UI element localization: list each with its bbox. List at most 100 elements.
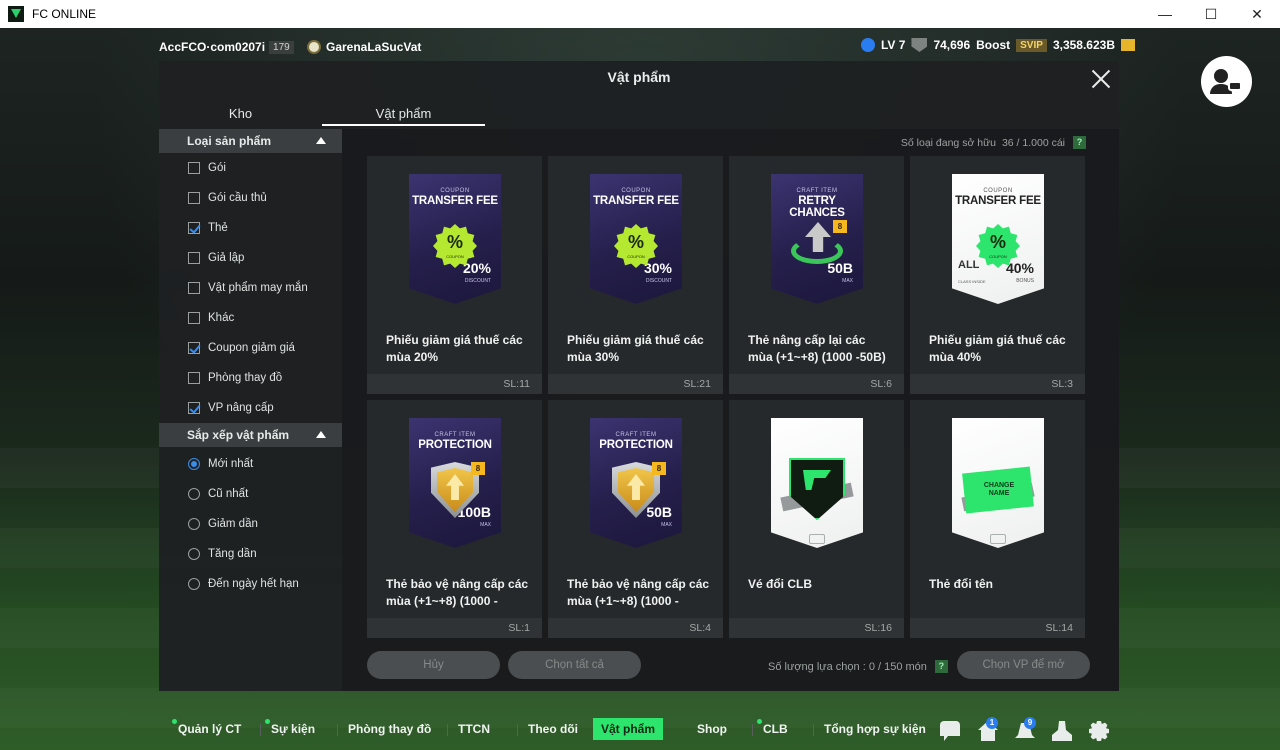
- item-image: COUPON TRANSFER FEE 20% DISCOUNT% COUPON: [409, 174, 501, 304]
- item-name: Thẻ bảo vệ nâng cấp các mùa (+1~+8) (100…: [567, 577, 710, 608]
- category-option[interactable]: Gói cầu thủ: [159, 183, 342, 213]
- panel-tabs: Kho Vật phẩm: [159, 102, 485, 126]
- radio-button[interactable]: [188, 548, 200, 560]
- item-name: Vé đổi CLB: [748, 577, 813, 591]
- sort-option[interactable]: Mới nhất: [159, 449, 342, 479]
- close-panel-button[interactable]: [1091, 69, 1111, 89]
- nav-item[interactable]: Quản lý CT: [170, 718, 249, 740]
- minimize-button[interactable]: —: [1142, 0, 1188, 28]
- nav-item[interactable]: Shop: [689, 718, 735, 740]
- nav-item[interactable]: Tổng hợp sự kiện: [816, 718, 934, 740]
- item-image: [771, 418, 863, 548]
- team-ovr-icon: [911, 38, 928, 52]
- tab-kho[interactable]: Kho: [159, 102, 322, 126]
- checkbox[interactable]: [188, 372, 200, 384]
- category-option-label: Phòng thay đồ: [208, 372, 283, 384]
- open-item-button[interactable]: Chọn VP để mở: [957, 651, 1090, 679]
- item-image: CRAFT ITEM RETRY CHANCES 50B MAX 8: [771, 174, 863, 304]
- cancel-button[interactable]: Hủy: [367, 651, 500, 679]
- nav-item[interactable]: Sự kiện: [263, 718, 323, 740]
- item-card[interactable]: Vé đổi CLB SL:16: [729, 400, 904, 638]
- nav-separator: [813, 724, 814, 736]
- category-option[interactable]: Vật phẩm may mắn: [159, 273, 342, 303]
- radio-button[interactable]: [188, 518, 200, 530]
- sort-option[interactable]: Đến ngày hết hạn: [159, 569, 342, 599]
- sort-option[interactable]: Giảm dần: [159, 509, 342, 539]
- item-name: Phiếu giảm giá thuế các mùa 20%: [386, 333, 523, 364]
- checkbox[interactable]: [188, 192, 200, 204]
- collapse-triangle-icon: [316, 137, 326, 144]
- sort-option-label: Đến ngày hết hạn: [208, 578, 299, 590]
- item-card[interactable]: COUPON TRANSFER FEE 20% DISCOUNT% COUPON Phiế…: [367, 156, 542, 394]
- account-level: 179: [269, 40, 294, 54]
- checkbox[interactable]: [188, 252, 200, 264]
- gear-icon[interactable]: [1089, 721, 1109, 741]
- item-card[interactable]: CHANGE NAME Thẻ đổi tên SL:14: [910, 400, 1085, 638]
- category-option[interactable]: Coupon giảm giá: [159, 333, 342, 363]
- item-card[interactable]: CRAFT ITEM PROTECTION 50B MAX 8 Thẻ bảo vệ nâ…: [548, 400, 723, 638]
- category-option[interactable]: VP nâng cấp: [159, 393, 342, 423]
- category-option[interactable]: Giả lập: [159, 243, 342, 273]
- select-all-button[interactable]: Chọn tất cả: [508, 651, 641, 679]
- category-option[interactable]: Thẻ: [159, 213, 342, 243]
- sort-option-label: Giảm dần: [208, 518, 258, 530]
- owned-count: Số loại đang sở hữu 36 / 1.000 cái ?: [901, 136, 1086, 149]
- item-card[interactable]: COUPON TRANSFER FEE 40% BONUS ALL CLASS INSID…: [910, 156, 1085, 394]
- checkbox[interactable]: [188, 312, 200, 324]
- radio-button[interactable]: [188, 458, 200, 470]
- radio-button[interactable]: [188, 488, 200, 500]
- nav-item[interactable]: CLB: [755, 718, 796, 740]
- sort-option[interactable]: Tăng dần: [159, 539, 342, 569]
- item-image: CHANGE NAME: [952, 418, 1044, 548]
- help-icon[interactable]: ?: [1073, 136, 1086, 149]
- help-icon[interactable]: ?: [934, 660, 948, 673]
- category-option[interactable]: Khác: [159, 303, 342, 333]
- level-text: LV 7: [880, 38, 906, 52]
- nav-item[interactable]: Vật phẩm: [593, 718, 664, 740]
- checkbox[interactable]: [188, 402, 200, 414]
- sort-option[interactable]: Cũ nhất: [159, 479, 342, 509]
- checkbox[interactable]: [188, 222, 200, 234]
- item-card[interactable]: CRAFT ITEM RETRY CHANCES 50B MAX 8 Thẻ nâng c…: [729, 156, 904, 394]
- nav-separator: [517, 724, 518, 736]
- team-crest-icon: [307, 40, 321, 54]
- new-indicator-dot: [757, 719, 762, 724]
- category-option[interactable]: Gói: [159, 153, 342, 183]
- item-image: COUPON TRANSFER FEE 40% BONUS ALL CLASS INSID…: [952, 174, 1044, 304]
- sort-option-label: Tăng dần: [208, 548, 257, 560]
- checkbox[interactable]: [188, 342, 200, 354]
- category-option[interactable]: Phòng thay đồ: [159, 363, 342, 393]
- close-window-button[interactable]: ✕: [1234, 0, 1280, 28]
- item-card[interactable]: CRAFT ITEM PROTECTION 100B MAX 8 Thẻ bảo vệ n…: [367, 400, 542, 638]
- owned-value: 36 / 1.000 cái: [1001, 136, 1065, 149]
- friend-chat-button[interactable]: [1201, 56, 1252, 107]
- checkbox[interactable]: [188, 162, 200, 174]
- team-info[interactable]: GarenaLaSucVat: [307, 40, 421, 54]
- item-quantity: SL:6: [729, 374, 904, 394]
- coin-value: 3,358.623B: [1052, 38, 1115, 52]
- profile-icon[interactable]: [1052, 721, 1072, 741]
- radio-button[interactable]: [188, 578, 200, 590]
- nav-item[interactable]: Phòng thay đồ: [340, 718, 439, 740]
- sort-option-list: Mới nhất Cũ nhất Giảm dần Tăng dần Đến ngày …: [159, 447, 342, 599]
- chat-icon[interactable]: [940, 721, 960, 741]
- ea-logo-icon: [990, 534, 1006, 544]
- category-option-label: Thẻ: [208, 222, 228, 234]
- category-section-header[interactable]: Loại sản phẩm: [159, 129, 342, 153]
- new-indicator-dot: [265, 719, 270, 724]
- item-quantity: SL:21: [548, 374, 723, 394]
- sort-section-header[interactable]: Sắp xếp vật phẩm: [159, 423, 342, 447]
- account-info[interactable]: AccFCO·com0207i 179: [159, 40, 294, 54]
- tab-vat-pham[interactable]: Vật phẩm: [322, 102, 485, 126]
- maximize-button[interactable]: ☐: [1188, 0, 1234, 28]
- panel-footer: Hủy Chọn tất cả Số lượng lựa chọn : 0 / …: [342, 651, 1119, 691]
- item-card[interactable]: COUPON TRANSFER FEE 30% DISCOUNT% COUPON Phiế…: [548, 156, 723, 394]
- checkbox[interactable]: [188, 282, 200, 294]
- item-quantity: SL:3: [910, 374, 1085, 394]
- nav-item[interactable]: TTCN: [450, 718, 498, 740]
- svip-badge[interactable]: SVIP: [1016, 38, 1047, 52]
- item-name: Thẻ nâng cấp lại các mùa (+1~+8) (1000 -…: [748, 333, 886, 364]
- nav-item[interactable]: Theo dõi: [520, 718, 586, 740]
- level-badge: 8: [471, 462, 485, 475]
- currency-bar: LV 7 74,696 Boost SVIP 3,358.623B: [860, 38, 1280, 52]
